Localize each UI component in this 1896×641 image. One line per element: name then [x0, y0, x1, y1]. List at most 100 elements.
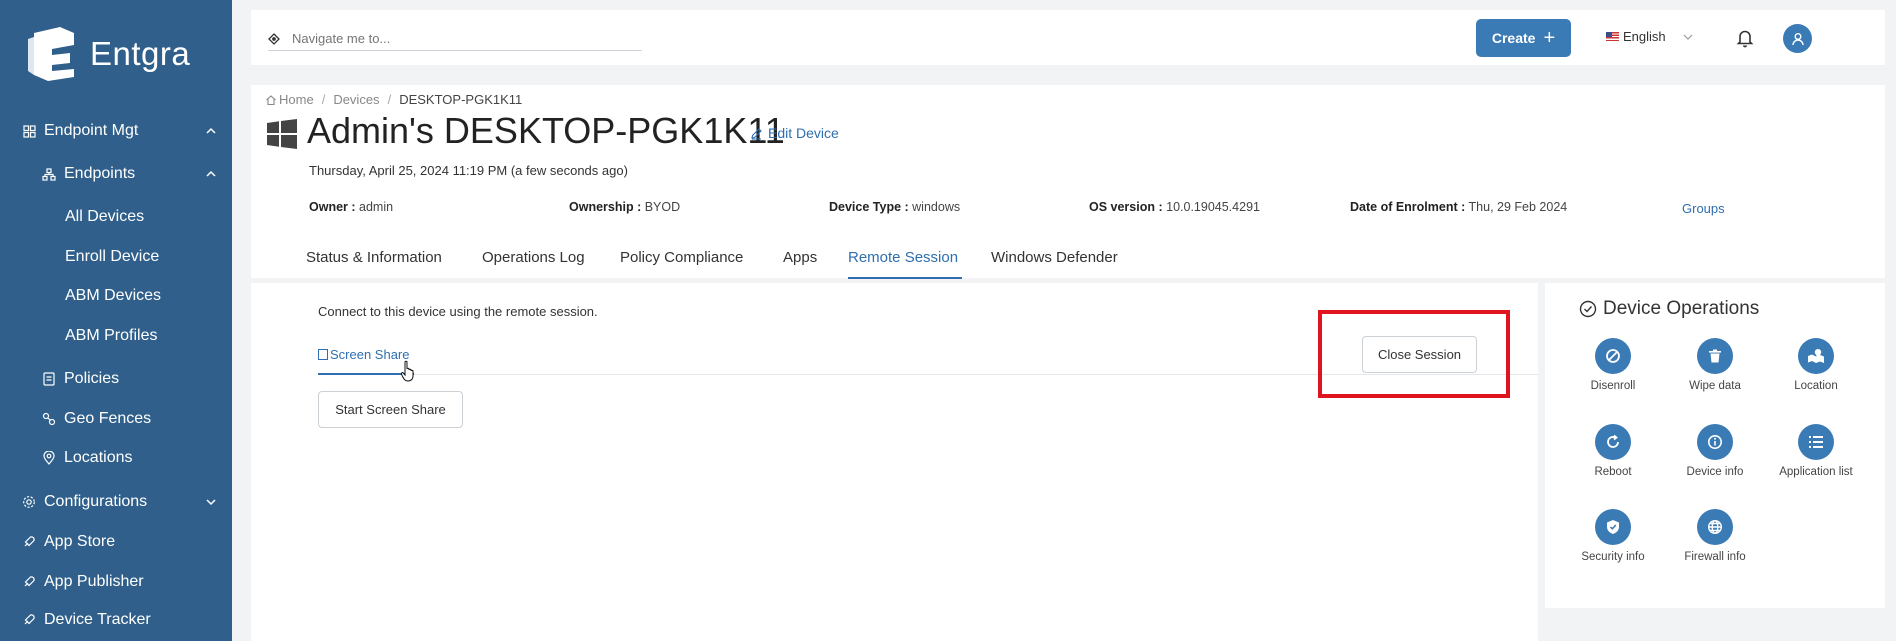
- sidebar: Entgra Endpoint Mgt Endpoints All Device…: [0, 0, 232, 641]
- tab-remote-session[interactable]: Remote Session: [848, 249, 958, 266]
- enrolment-date-value: Thu, 29 Feb 2024: [1468, 200, 1568, 214]
- tab-operations-log[interactable]: Operations Log: [482, 249, 585, 266]
- screen-share-tab[interactable]: Screen Share: [318, 347, 410, 362]
- bell-icon[interactable]: [1736, 28, 1754, 48]
- enrolment-date-field: Date of Enrolment : Thu, 29 Feb 2024: [1350, 200, 1567, 214]
- app-name: Entgra: [90, 35, 191, 72]
- sidebar-item-abm-profiles[interactable]: ABM Profiles: [65, 327, 157, 345]
- user-avatar[interactable]: [1783, 24, 1812, 53]
- operation-wipe-data[interactable]: Wipe data: [1660, 338, 1770, 392]
- breadcrumb-separator: /: [321, 92, 326, 107]
- hand-cursor-icon: [400, 360, 414, 382]
- sidebar-item-device-tracker[interactable]: Device Tracker: [22, 611, 151, 629]
- breadcrumb-devices[interactable]: Devices: [333, 92, 379, 107]
- tab-apps[interactable]: Apps: [783, 249, 817, 266]
- sidebar-item-app-publisher[interactable]: App Publisher: [22, 573, 144, 591]
- location-pin-icon: [42, 451, 56, 465]
- os-version-label: OS version :: [1089, 200, 1163, 214]
- sidebar-item-configurations[interactable]: Configurations: [22, 493, 147, 511]
- chevron-down-icon: [1683, 34, 1693, 40]
- app-logo[interactable]: Entgra: [24, 25, 190, 83]
- chevron-up-icon[interactable]: [205, 168, 217, 180]
- entgra-logo-icon: [28, 27, 74, 81]
- highlight-box: [1318, 310, 1510, 398]
- breadcrumb-home[interactable]: Home: [279, 92, 314, 107]
- disenroll-icon: [1595, 338, 1631, 374]
- navigate-search-input[interactable]: [292, 31, 622, 46]
- operation-label: Device info: [1686, 466, 1744, 478]
- sidebar-item-all-devices[interactable]: All Devices: [65, 208, 144, 226]
- operation-label: Wipe data: [1689, 380, 1741, 392]
- sidebar-item-label: App Publisher: [44, 573, 144, 590]
- globe-icon: [1697, 509, 1733, 545]
- sidebar-item-endpoints[interactable]: Endpoints: [42, 165, 135, 183]
- operation-label: Firewall info: [1684, 551, 1746, 563]
- groups-link[interactable]: Groups: [1682, 201, 1725, 216]
- crosshair-icon: [268, 32, 280, 45]
- check-circle-icon: [1579, 300, 1597, 318]
- trash-icon: [1697, 338, 1733, 374]
- sidebar-item-label: Policies: [64, 370, 120, 387]
- operation-device-info[interactable]: Device info: [1660, 424, 1770, 478]
- reboot-icon: [1595, 424, 1631, 460]
- create-button[interactable]: Create +: [1476, 19, 1571, 57]
- gear-icon: [22, 495, 36, 509]
- operation-label: Security info: [1581, 551, 1645, 563]
- tab-policy-compliance[interactable]: Policy Compliance: [620, 249, 743, 266]
- language-label: English: [1623, 29, 1666, 44]
- sidebar-item-app-store[interactable]: App Store: [22, 533, 115, 551]
- ownership-value: BYOD: [644, 200, 681, 214]
- sidebar-item-endpoint-mgt[interactable]: Endpoint Mgt: [22, 122, 138, 140]
- tab-windows-defender[interactable]: Windows Defender: [991, 249, 1118, 266]
- owner-field: Owner : admin: [309, 200, 393, 214]
- sidebar-item-label: Device Tracker: [44, 611, 151, 628]
- windows-icon: [267, 119, 297, 149]
- operation-disenroll[interactable]: Disenroll: [1558, 338, 1668, 392]
- operation-reboot[interactable]: Reboot: [1558, 424, 1668, 478]
- screen-share-tab-label: Screen Share: [330, 347, 410, 362]
- sidebar-item-policies[interactable]: Policies: [42, 370, 119, 388]
- operation-label: Disenroll: [1590, 380, 1636, 392]
- device-operations-label: Device Operations: [1603, 298, 1760, 319]
- operation-label: Location: [1794, 380, 1838, 392]
- grid-icon: [22, 124, 36, 138]
- sidebar-item-label: Endpoints: [64, 165, 136, 182]
- operation-application-list[interactable]: Application list: [1761, 424, 1871, 478]
- operation-security-info[interactable]: Security info: [1558, 509, 1668, 563]
- user-icon: [1791, 32, 1804, 45]
- operation-label: Reboot: [1594, 466, 1632, 478]
- us-flag-icon: [1606, 32, 1619, 41]
- device-type-label: Device Type :: [829, 200, 909, 214]
- language-selector[interactable]: English: [1606, 29, 1694, 44]
- operation-location[interactable]: Location: [1761, 338, 1871, 392]
- start-screen-share-button[interactable]: Start Screen Share: [318, 391, 463, 428]
- owner-label: Owner :: [309, 200, 356, 214]
- sidebar-item-enroll-device[interactable]: Enroll Device: [65, 248, 159, 266]
- create-button-label: Create: [1491, 30, 1536, 46]
- device-type-value: windows: [912, 200, 961, 214]
- owner-value: admin: [359, 200, 394, 214]
- sidebar-item-label: App Store: [44, 533, 116, 550]
- sidebar-item-label: Geo Fences: [64, 410, 152, 427]
- shield-icon: [1595, 509, 1631, 545]
- device-operations-title: Device Operations: [1579, 298, 1759, 320]
- connect-instructions: Connect to this device using the remote …: [318, 304, 598, 319]
- plus-icon: +: [1543, 27, 1556, 49]
- sidebar-item-label: Endpoint Mgt: [44, 122, 139, 139]
- tab-status-information[interactable]: Status & Information: [306, 249, 442, 266]
- operation-firewall-info[interactable]: Firewall info: [1660, 509, 1770, 563]
- device-timestamp: Thursday, April 25, 2024 11:19 PM (a few…: [309, 163, 628, 178]
- sidebar-item-abm-devices[interactable]: ABM Devices: [65, 287, 161, 305]
- list-icon: [1798, 424, 1834, 460]
- active-tab-indicator: [848, 277, 962, 279]
- screen-icon: [318, 349, 328, 360]
- rocket-icon: [22, 613, 36, 627]
- sidebar-item-locations[interactable]: Locations: [42, 449, 133, 467]
- chevron-down-icon[interactable]: [205, 496, 217, 508]
- rocket-icon: [22, 575, 36, 589]
- sidebar-item-geo-fences[interactable]: Geo Fences: [42, 410, 151, 428]
- home-icon: [266, 94, 276, 105]
- location-icon: [1798, 338, 1834, 374]
- chevron-up-icon[interactable]: [205, 125, 217, 137]
- edit-device-link[interactable]: Edit Device: [750, 125, 839, 141]
